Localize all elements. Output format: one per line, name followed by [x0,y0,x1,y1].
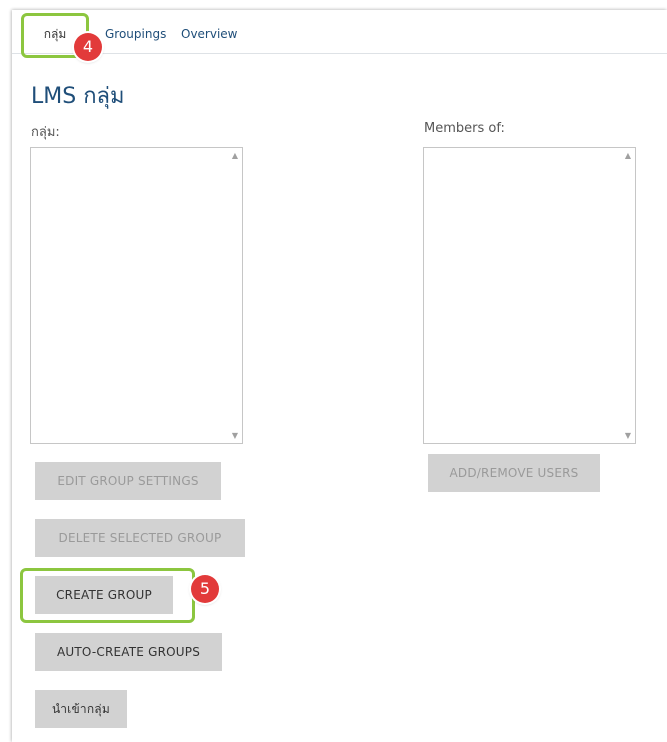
callout-highlight-create [20,568,195,623]
members-label: Members of: [424,121,505,136]
scroll-up-icon[interactable]: ▲ [625,151,631,160]
scroll-up-icon[interactable]: ▲ [232,151,238,160]
scroll-down-icon[interactable]: ▼ [232,431,238,440]
tab-bar: กลุ่ม Groupings Overview [12,10,667,54]
tab-overview[interactable]: Overview [181,10,238,53]
members-listbox[interactable]: ▲ ▼ [423,147,636,444]
edit-group-settings-button[interactable]: EDIT GROUP SETTINGS [35,462,221,500]
groups-label: กลุ่ม: [31,125,60,140]
auto-create-groups-button[interactable]: AUTO-CREATE GROUPS [35,633,222,671]
tab-groupings[interactable]: Groupings [105,10,166,53]
scroll-down-icon[interactable]: ▼ [625,431,631,440]
delete-selected-group-button[interactable]: DELETE SELECTED GROUP [35,519,245,557]
groups-listbox[interactable]: ▲ ▼ [30,147,243,444]
import-groups-button[interactable]: นำเข้ากลุ่ม [35,690,127,728]
page-title: LMS กลุ่ม [31,84,125,109]
step-badge-4: 4 [74,33,102,61]
add-remove-users-button[interactable]: ADD/REMOVE USERS [428,454,600,492]
step-badge-5: 5 [191,575,219,603]
